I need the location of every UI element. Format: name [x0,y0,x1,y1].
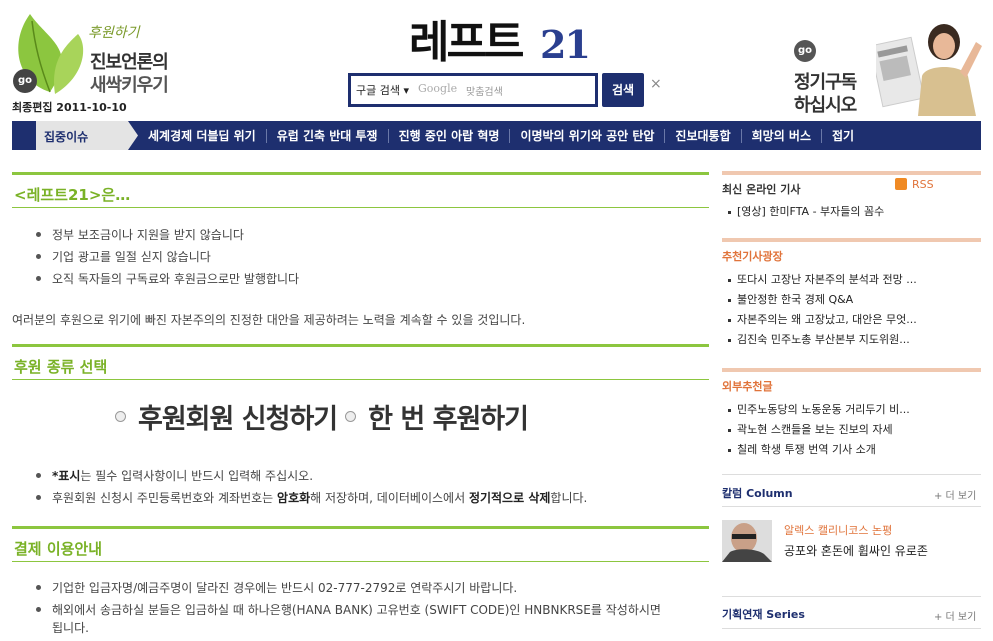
list-item[interactable]: [영상] 한미FTA - 부자들의 꼼수 [728,204,884,224]
radio-member[interactable] [115,411,126,422]
list-item: 오직 독자들의 구독료와 후원금으로만 발행합니다 [36,270,299,292]
note-text: 후원회원 신청시 주민등록번호와 계좌번호는 [52,491,278,505]
search-engine-dropdown[interactable]: 구글 검색 ▾ [356,82,409,98]
support-type-options: 후원회원 신청하기 한 번 후원하기 [115,397,536,436]
column-headline[interactable]: 공포와 혼돈에 휩싸인 유로존 [784,542,928,559]
latest-list: [영상] 한미FTA - 부자들의 꼼수 [728,204,884,224]
required-mark-text: *표시 [52,469,81,483]
nav-item[interactable]: 유럽 긴축 반대 투쟁 [265,128,388,143]
rss-link[interactable]: RSS [912,178,934,191]
divider [722,596,981,597]
sidebar-external-title[interactable]: 외부추천글 [722,368,981,394]
divider [722,628,981,629]
list-item: 해외에서 송금하실 분들은 입금하실 때 하나은행(HANA BANK) 고유번… [36,601,661,619]
divider [722,474,981,475]
donate-script-text[interactable]: 후원하기 [88,22,140,42]
list-item[interactable]: 김진숙 민주노총 부산본부 지도위원... [728,332,917,352]
google-label: Google [418,82,458,95]
column-more-link[interactable]: + 더 보기 [934,487,976,502]
series-more-link[interactable]: + 더 보기 [934,608,976,623]
list-item[interactable]: 또다시 고장난 자본주의 분석과 전망 ... [728,272,917,292]
note-text: 해 저장하며, 데이터베이스에서 [310,491,469,505]
subscribe-headline-2[interactable]: 하십시오 [794,91,857,117]
list-item: *표시는 필수 입력사항이니 반드시 입력해 주십시오. [36,467,587,489]
list-item[interactable]: 민주노동당의 노동운동 거리두기 비... [728,402,910,422]
rss-icon[interactable] [895,178,907,190]
list-item-continuation: 됩니다. [52,621,89,635]
list-item[interactable]: 불안정한 한국 경제 Q&A [728,292,917,312]
columnist-avatar[interactable] [722,520,772,562]
about-description: 여러분의 후원으로 위기에 빠진 자본주의의 진정한 대안을 제공하려는 노력을… [12,313,526,327]
nav-item[interactable]: 희망의 버스 [740,128,821,143]
payment-list: 기업한 입금자명/예금주명이 달라진 경우에는 반드시 02-777-2792로… [36,579,661,637]
list-item: 기업 광고를 일절 싣지 않습니다 [36,248,299,270]
nav-tab-focus-issues[interactable]: 집중이슈 [44,128,88,145]
list-item: 기업한 입금자명/예금주명이 달라진 경우에는 반드시 02-777-2792로… [36,579,661,601]
note-text: 는 필수 입력사항이니 반드시 입력해 주십시오. [80,469,314,483]
recommended-list: 또다시 고장난 자본주의 분석과 전망 ... 불안정한 한국 경제 Q&A 자… [728,272,917,352]
list-item: 후원회원 신청시 주민등록번호와 계좌번호는 암호화해 저장하며, 데이터베이스… [36,489,587,511]
note-bold: 정기적으로 삭제 [468,491,551,505]
subscribe-photo-image[interactable] [876,6,984,116]
close-icon[interactable]: × [650,76,662,92]
nav-item[interactable]: 진행 중인 아랍 혁명 [387,128,510,143]
sidebar-series-title[interactable]: 기획연재 Series [722,606,805,622]
search-button[interactable]: 검색 [602,73,644,107]
option-one-time-label[interactable]: 한 번 후원하기 [368,397,529,436]
nav-item[interactable]: 이명박의 위기와 공안 탄압 [509,128,664,143]
divider [722,506,981,507]
form-notes: *표시는 필수 입력사항이니 반드시 입력해 주십시오. 후원회원 신청시 주민… [36,467,587,511]
nav-item[interactable]: 진보대통합 [664,128,740,143]
search-placeholder: 맞춤검색 [466,87,503,98]
go-subscribe-button[interactable]: go [794,40,816,62]
about-list: 정부 보조금이나 지원을 받지 않습니다 기업 광고를 일절 싣지 않습니다 오… [36,226,299,292]
option-member-label[interactable]: 후원회원 신청하기 [138,397,338,436]
note-text: 합니다. [550,491,588,505]
column-author[interactable]: 알렉스 캘리니코스 논평 [784,522,892,538]
sidebar-column-title[interactable]: 칼럼 Column [722,485,793,501]
list-item[interactable]: 곽노현 스캔들을 보는 진보의 자세 [728,422,910,442]
radio-one-time[interactable] [345,411,357,422]
nav-collapse-button[interactable]: 접기 [821,128,864,143]
sidebar-latest-title[interactable]: 최신 온라인 기사 [722,171,981,197]
external-list: 민주노동당의 노동운동 거리두기 비... 곽노현 스캔들을 보는 진보의 자세… [728,402,910,462]
sidebar-recommended-title[interactable]: 추천기사광장 [722,238,981,264]
go-donate-button[interactable]: go [13,69,37,93]
section-title-payment: 결제 이용안내 [12,526,709,562]
section-title-support-type: 후원 종류 선택 [12,344,709,380]
nav-items: 세계경제 더블딥 위기 유럽 긴축 반대 투쟁 진행 중인 아랍 혁명 이명박의… [138,121,864,150]
list-item[interactable]: 자본주의는 왜 고장났고, 대안은 무엇... [728,312,917,332]
site-logo-text[interactable]: 레프트 [409,6,524,70]
last-edited-date: 최종편집 2011-10-10 [12,101,127,114]
donate-headline-2[interactable]: 새싹키우기 [90,71,169,97]
list-item: 정부 보조금이나 지원을 받지 않습니다 [36,226,299,248]
section-title-about: <레프트21>은… [12,172,709,208]
nav-item[interactable]: 세계경제 더블딥 위기 [138,129,266,143]
site-logo-number[interactable]: 21 [540,22,591,67]
list-item[interactable]: 칠레 학생 투쟁 번역 기사 소개 [728,442,910,462]
note-bold: 암호화 [277,491,311,505]
